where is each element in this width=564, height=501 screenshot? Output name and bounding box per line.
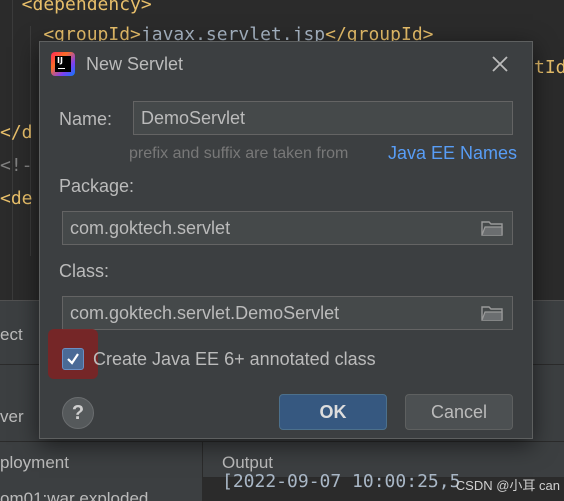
editor-line-5: </d: [0, 122, 33, 143]
java-ee-names-link[interactable]: Java EE Names: [388, 143, 517, 164]
deployment-tab[interactable]: ployment: [0, 453, 69, 473]
help-icon[interactable]: ?: [62, 397, 94, 429]
artifact-item[interactable]: om01:war exploded: [0, 489, 148, 501]
tool-window-tab[interactable]: ect: [0, 325, 23, 345]
log-line: [2022-09-07 10:00:25,5: [222, 471, 461, 492]
package-label: Package:: [59, 176, 135, 196]
close-icon[interactable]: [488, 52, 512, 76]
new-servlet-dialog: IJ New Servlet Name: DemoServlet prefix …: [39, 41, 533, 439]
annotated-class-checkbox[interactable]: [62, 348, 84, 370]
editor-line-6: <!-: [0, 155, 33, 176]
name-input[interactable]: DemoServlet: [133, 101, 513, 135]
editor-line-7: <de: [0, 188, 33, 209]
watermark: CSDN @小耳 can: [455, 478, 560, 493]
class-field[interactable]: com.goktech.servlet.DemoServlet: [62, 296, 513, 330]
folder-icon[interactable]: [481, 305, 503, 321]
annotated-class-label[interactable]: Create Java EE 6+ annotated class: [93, 349, 376, 370]
package-value: com.goktech.servlet: [70, 218, 231, 238]
cancel-button[interactable]: Cancel: [405, 394, 513, 430]
check-icon: [67, 353, 79, 365]
class-value: com.goktech.servlet.DemoServlet: [70, 303, 340, 323]
ok-button[interactable]: OK: [279, 394, 387, 430]
server-node[interactable]: ver: [0, 407, 24, 427]
editor-line-1: <dependency>: [0, 0, 152, 15]
dialog-title: New Servlet: [86, 54, 184, 74]
name-label: Name:: [59, 109, 113, 129]
names-hint: prefix and suffix are taken from: [129, 145, 349, 162]
folder-icon[interactable]: [481, 220, 503, 236]
intellij-logo-icon: IJ: [51, 52, 75, 76]
class-label: Class:: [59, 261, 110, 281]
output-tab[interactable]: Output: [222, 453, 273, 473]
package-field[interactable]: com.goktech.servlet: [62, 211, 513, 245]
editor-line-3-tail: tId: [534, 57, 564, 78]
